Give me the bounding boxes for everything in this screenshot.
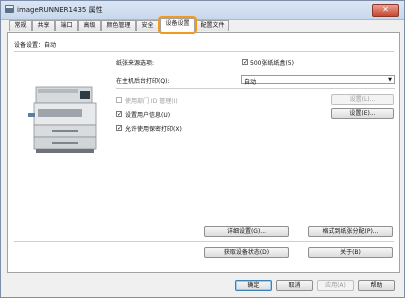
tab-advanced[interactable]: 高级: [78, 20, 101, 31]
paper-drawer-label: 500张纸纸盒(5): [250, 60, 294, 67]
properties-window: imageRUNNER1435 属性 ✕ 常规 共享 端口 高级 颜色管理 安全…: [0, 0, 405, 298]
device-settings-header: 设备设置：自动: [14, 42, 57, 49]
tab-general[interactable]: 常规: [9, 20, 32, 31]
secure-print-checkbox[interactable]: ✓: [116, 125, 122, 132]
secure-print-label: 允许使用保密打印(X): [125, 126, 182, 133]
window-title: imageRUNNER1435 属性: [17, 6, 103, 14]
section-divider: [116, 88, 395, 89]
user-info-label: 设置用户信息(U): [125, 112, 171, 119]
tab-device-settings[interactable]: 设备设置: [158, 16, 197, 34]
device-settings-panel: 设备设置：自动 纸张来源选项: ✓ 500张纸纸盒(5) 在主机后台打印(Q):…: [7, 32, 400, 273]
header-divider: [14, 51, 394, 52]
tab-profile[interactable]: 配置文件: [196, 20, 229, 31]
help-button[interactable]: 帮助: [358, 280, 395, 291]
dept-id-checkbox[interactable]: [116, 97, 122, 103]
title-bar: imageRUNNER1435 属性 ✕: [1, 1, 404, 20]
print-host-dropdown[interactable]: 自动 ▼: [241, 75, 395, 86]
paper-drawer-checkbox[interactable]: ✓: [242, 59, 248, 66]
chevron-down-icon: ▼: [388, 77, 392, 83]
tab-ports[interactable]: 端口: [55, 20, 78, 31]
close-button[interactable]: ✕: [372, 4, 399, 17]
lower-divider: [14, 241, 394, 242]
print-host-label: 在主机后台打印(Q):: [116, 78, 170, 85]
paper-size-assignment-button[interactable]: 格式到纸张分配(P)...: [308, 226, 393, 237]
paper-source-label: 纸张来源选项:: [116, 60, 155, 67]
about-button[interactable]: 关于(B): [308, 247, 393, 258]
printer-illustration: [28, 86, 97, 153]
tab-color-management[interactable]: 颜色管理: [101, 20, 136, 31]
tab-security[interactable]: 安全: [136, 20, 159, 31]
get-device-status-button[interactable]: 获取设备状态(D): [204, 247, 289, 258]
printer-icon: [5, 5, 14, 13]
print-host-value: 自动: [244, 79, 257, 86]
dept-id-label: 使用部门 ID 管理(I): [125, 98, 178, 105]
details-button[interactable]: 详细设置(G)...: [204, 226, 289, 237]
tab-strip: 常规 共享 端口 高级 颜色管理 安全 设备设置 配置文件: [7, 16, 400, 34]
apply-button[interactable]: 应用(A): [317, 280, 354, 291]
user-info-settings-button[interactable]: 设置(E)...: [331, 108, 394, 119]
tab-sharing[interactable]: 共享: [32, 20, 55, 31]
ok-button[interactable]: 确定: [235, 280, 272, 291]
dept-id-settings-button[interactable]: 设置(L)...: [331, 94, 394, 105]
user-info-checkbox[interactable]: ✓: [116, 111, 122, 118]
cancel-button[interactable]: 取消: [276, 280, 313, 291]
